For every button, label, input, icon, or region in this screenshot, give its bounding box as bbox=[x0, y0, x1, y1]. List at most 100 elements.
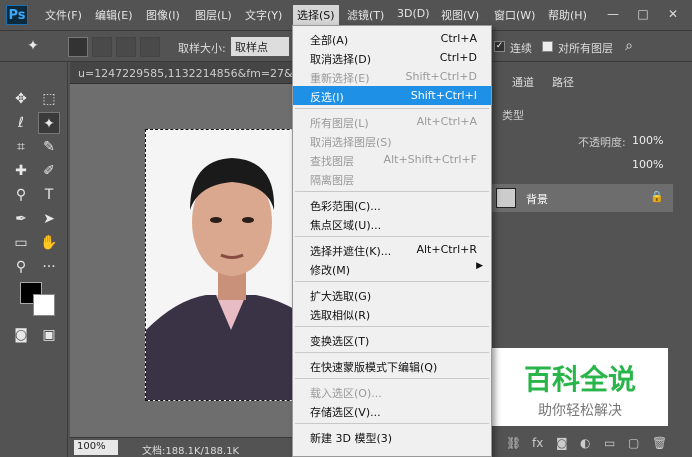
magic-wand-preset-icon[interactable]: ✦ bbox=[22, 35, 44, 57]
select-menu-item[interactable]: 载入选区(O)... bbox=[293, 382, 491, 401]
quick-mask-icon[interactable]: ◙ bbox=[10, 324, 32, 346]
menu-item-shortcut: Alt+Ctrl+A bbox=[416, 115, 477, 128]
contiguous-checkbox[interactable]: ✓ bbox=[494, 41, 505, 52]
select-menu-item[interactable]: 焦点区域(U)... bbox=[293, 214, 491, 233]
select-menu-item[interactable]: 取消选择图层(S) bbox=[293, 131, 491, 150]
stamp-icon[interactable]: ⚲ bbox=[10, 184, 32, 206]
add-mask-icon[interactable]: ◙ bbox=[556, 436, 568, 450]
menu-item-label: 在快速蒙版模式下编辑(Q) bbox=[310, 361, 438, 374]
zoom-level[interactable]: 100% bbox=[74, 440, 118, 455]
menu-item-label: 取消选择图层(S) bbox=[310, 136, 392, 149]
select-menu-item[interactable]: 所有图层(L) Alt+Ctrl+A bbox=[293, 112, 491, 131]
link-layers-icon[interactable]: ⛓ bbox=[506, 436, 521, 450]
layer-row-background[interactable]: 背景 🔒 bbox=[492, 184, 673, 212]
marquee-icon[interactable]: ⬚ bbox=[38, 88, 60, 110]
menu-type[interactable]: 文字(Y) bbox=[245, 7, 282, 23]
menu-view[interactable]: 视图(V) bbox=[441, 7, 479, 23]
more-icon[interactable]: ··· bbox=[38, 256, 60, 278]
select-menu-item[interactable]: 修改(M) ▶ bbox=[293, 259, 491, 278]
select-menu-item[interactable]: 新建 3D 模型(3) bbox=[293, 427, 491, 446]
magic-wand-icon[interactable]: ✦ bbox=[38, 112, 60, 134]
zoom-icon[interactable]: ⚲ bbox=[10, 256, 32, 278]
menu-item-shortcut: Ctrl+A bbox=[440, 32, 477, 45]
all-layers-label: 对所有图层 bbox=[558, 42, 613, 55]
menu-separator bbox=[295, 191, 489, 192]
layer-name: 背景 bbox=[526, 193, 548, 206]
fx-icon[interactable]: fx bbox=[532, 436, 543, 450]
select-menu-item[interactable]: 扩大选取(G) bbox=[293, 285, 491, 304]
layer-kind-filter[interactable]: 类型 bbox=[502, 107, 524, 123]
minimize-button[interactable]: — bbox=[600, 4, 626, 24]
healing-icon[interactable]: ✚ bbox=[10, 160, 32, 182]
menu-item-label: 所有图层(L) bbox=[310, 117, 369, 130]
new-layer-icon[interactable]: ▢ bbox=[628, 436, 639, 450]
menu-item-label: 载入选区(O)... bbox=[310, 387, 382, 400]
menu-select[interactable]: 选择(S) bbox=[293, 5, 339, 25]
hand-icon[interactable]: ✋ bbox=[38, 232, 60, 254]
menu-item-shortcut: Shift+Ctrl+D bbox=[405, 70, 477, 83]
select-menu-item[interactable]: 重新选择(E) Shift+Ctrl+D bbox=[293, 67, 491, 86]
sample-size-select[interactable]: 取样点 bbox=[231, 37, 289, 56]
menu-image[interactable]: 图像(I) bbox=[146, 7, 180, 23]
canvas-area[interactable] bbox=[70, 84, 315, 437]
menu-item-label: 焦点区域(U)... bbox=[310, 219, 382, 232]
move-icon[interactable]: ✥ bbox=[10, 88, 32, 110]
select-menu-item[interactable]: 取消选择(D) Ctrl+D bbox=[293, 48, 491, 67]
select-menu-item[interactable]: 存储选区(V)... bbox=[293, 401, 491, 420]
menu-layer[interactable]: 图层(L) bbox=[195, 7, 232, 23]
menu-item-label: 修改(M) bbox=[310, 264, 351, 277]
menu-separator bbox=[295, 326, 489, 327]
eyedropper-icon[interactable]: ✎ bbox=[38, 136, 60, 158]
path-select-icon[interactable]: ➤ bbox=[38, 208, 60, 230]
menu-item-label: 色彩范围(C)... bbox=[310, 200, 381, 213]
screen-mode-icon[interactable]: ▣ bbox=[38, 324, 60, 346]
tab-channels[interactable]: 通道 bbox=[512, 74, 534, 90]
select-menu-item[interactable]: 选择并遮住(K)... Alt+Ctrl+R bbox=[293, 240, 491, 259]
menu-filter[interactable]: 滤镜(T) bbox=[347, 7, 384, 23]
select-menu-item[interactable]: 在快速蒙版模式下编辑(Q) bbox=[293, 356, 491, 375]
new-selection-icon[interactable] bbox=[68, 37, 88, 57]
menu-item-label: 重新选择(E) bbox=[310, 72, 370, 85]
trash-icon[interactable]: 🗑 bbox=[652, 436, 667, 450]
document-tab[interactable]: u=1247229585,1132214856&fm=27&gp= bbox=[70, 62, 310, 84]
menu-edit[interactable]: 编辑(E) bbox=[95, 7, 133, 23]
select-menu-item[interactable]: 变换选区(T) bbox=[293, 330, 491, 349]
menu-file[interactable]: 文件(F) bbox=[45, 7, 82, 23]
menu-separator bbox=[295, 108, 489, 109]
select-menu-item[interactable]: 全部(A) Ctrl+A bbox=[293, 29, 491, 48]
select-menu-item[interactable]: 查找图层 Alt+Shift+Ctrl+F bbox=[293, 150, 491, 169]
lasso-icon[interactable]: ℓ bbox=[10, 112, 32, 134]
menu-item-shortcut: Ctrl+D bbox=[439, 51, 477, 64]
menu-item-shortcut: Alt+Ctrl+R bbox=[416, 243, 477, 256]
menu-window[interactable]: 窗口(W) bbox=[494, 7, 535, 23]
menu-separator bbox=[295, 281, 489, 282]
adjustment-icon[interactable]: ◐ bbox=[580, 436, 590, 450]
menu-item-label: 全部(A) bbox=[310, 34, 349, 47]
contiguous-label: 连续 bbox=[510, 42, 532, 55]
all-layers-checkbox[interactable] bbox=[542, 41, 553, 52]
select-menu-item[interactable]: 选取相似(R) bbox=[293, 304, 491, 323]
add-selection-icon[interactable] bbox=[92, 37, 112, 57]
select-menu-item[interactable]: 隔离图层 bbox=[293, 169, 491, 188]
group-icon[interactable]: ▭ bbox=[604, 436, 615, 450]
tab-paths[interactable]: 路径 bbox=[552, 74, 574, 90]
opacity-value[interactable]: 100% bbox=[632, 134, 663, 147]
background-color-swatch[interactable] bbox=[33, 294, 55, 316]
text-icon[interactable]: T bbox=[38, 184, 60, 206]
select-menu-item[interactable]: 色彩范围(C)... bbox=[293, 195, 491, 214]
search-icon[interactable]: ⌕ bbox=[618, 35, 640, 57]
fill-value[interactable]: 100% bbox=[632, 158, 663, 171]
subtract-selection-icon[interactable] bbox=[116, 37, 136, 57]
shape-icon[interactable]: ▭ bbox=[10, 232, 32, 254]
select-menu-item[interactable]: 反选(I) Shift+Ctrl+I bbox=[293, 86, 491, 105]
brush-icon[interactable]: ✐ bbox=[38, 160, 60, 182]
watermark-logo: 百科全说 助你轻松解决 bbox=[492, 348, 668, 426]
crop-icon[interactable]: ⌗ bbox=[10, 136, 32, 158]
intersect-selection-icon[interactable] bbox=[140, 37, 160, 57]
maximize-button[interactable]: □ bbox=[630, 4, 656, 24]
menu-3d[interactable]: 3D(D) bbox=[397, 7, 430, 20]
menu-help[interactable]: 帮助(H) bbox=[548, 7, 587, 23]
pen-icon[interactable]: ✒ bbox=[10, 208, 32, 230]
tools-panel: ✥ ⬚ ℓ ✦ ⌗ ✎ ✚ ✐ ⚲ T ✒ ➤ ▭ ✋ ⚲ ··· ◙ ▣ bbox=[0, 62, 68, 457]
close-button[interactable]: ✕ bbox=[660, 4, 686, 24]
